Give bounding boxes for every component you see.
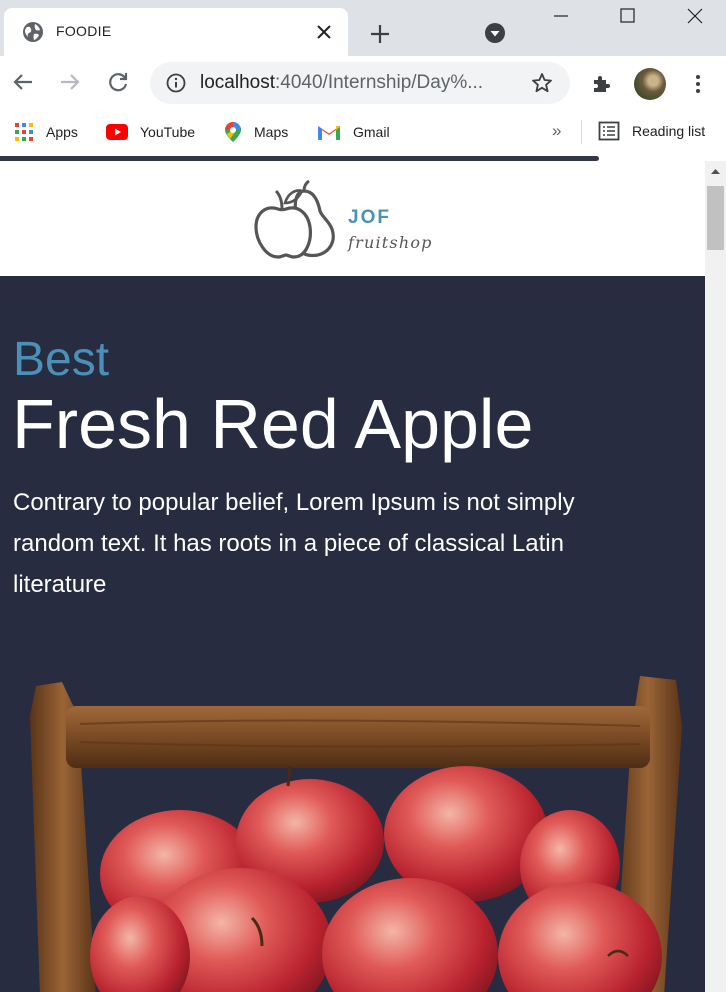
logo-tagline: fruitshop [348,233,433,252]
site-header: JOF fruitshop [0,161,705,276]
bookmark-label: YouTube [140,124,196,140]
bookmark-apps[interactable]: Apps [14,121,78,143]
url-path: :4040/Internship/Day%... [275,72,484,93]
maps-pin-icon [225,122,241,142]
tab-title: FOODIE [56,23,112,39]
apps-grid-icon [15,123,33,141]
browser-tab[interactable]: FOODIE [4,8,348,56]
bookmarks-bar: Apps YouTube Maps Gmail » Reading list [0,110,726,156]
url-text: localhost:4040/Internship/Day%... [200,72,483,94]
kebab-menu-icon[interactable] [686,72,710,96]
reading-list-button[interactable]: Reading list [598,121,705,141]
bookmark-label: Maps [254,124,289,140]
bookmark-label: Apps [46,124,78,140]
bookmark-youtube[interactable]: YouTube [106,121,195,143]
reading-list-icon [598,121,620,141]
back-arrow-icon[interactable] [9,68,37,96]
reading-list-label: Reading list [632,123,706,139]
maximize-window-icon[interactable] [598,0,658,34]
browser-toolbar: localhost:4040/Internship/Day%... [0,56,726,110]
close-window-icon[interactable] [665,0,725,34]
browser-titlebar: FOODIE [0,0,726,56]
page-viewport: JOF fruitshop Best Fresh Red Apple Contr… [0,161,705,992]
close-tab-icon[interactable] [314,22,334,42]
bookmark-maps[interactable]: Maps [224,121,288,143]
forward-arrow-icon[interactable] [56,68,84,96]
tab-search-icon[interactable] [483,21,507,45]
scrollbar-thumb[interactable] [707,186,724,250]
page-scrollbar[interactable] [705,161,726,992]
url-host: localhost [200,72,275,93]
hero-kicker: Best [13,333,110,386]
scroll-up-arrow-icon[interactable] [705,161,726,183]
youtube-icon [106,124,128,140]
bookmarks-overflow-button[interactable]: » [552,121,561,141]
hero-title: Fresh Red Apple [12,385,534,463]
fruit-logo-icon [254,179,335,259]
new-tab-icon[interactable] [366,20,394,48]
extensions-puzzle-icon[interactable] [590,72,614,96]
site-logo[interactable]: JOF fruitshop [252,179,442,261]
logo-brand: JOF [348,207,391,228]
bookmark-star-icon[interactable] [530,71,554,95]
bookmarks-divider [581,120,582,144]
profile-avatar[interactable] [634,68,666,100]
hero-section: Best Fresh Red Apple Contrary to popular… [0,276,705,992]
gmail-icon [318,126,340,140]
minimize-window-icon[interactable] [530,0,590,34]
site-info-icon[interactable] [166,73,186,93]
bookmark-label: Gmail [353,124,390,140]
reload-icon[interactable] [104,68,132,96]
apple-basket-image [30,676,682,992]
hero-description: Contrary to popular belief, Lorem Ipsum … [13,489,575,598]
address-bar[interactable]: localhost:4040/Internship/Day%... [150,62,570,104]
globe-icon [23,22,43,42]
bookmark-gmail[interactable]: Gmail [317,121,390,143]
